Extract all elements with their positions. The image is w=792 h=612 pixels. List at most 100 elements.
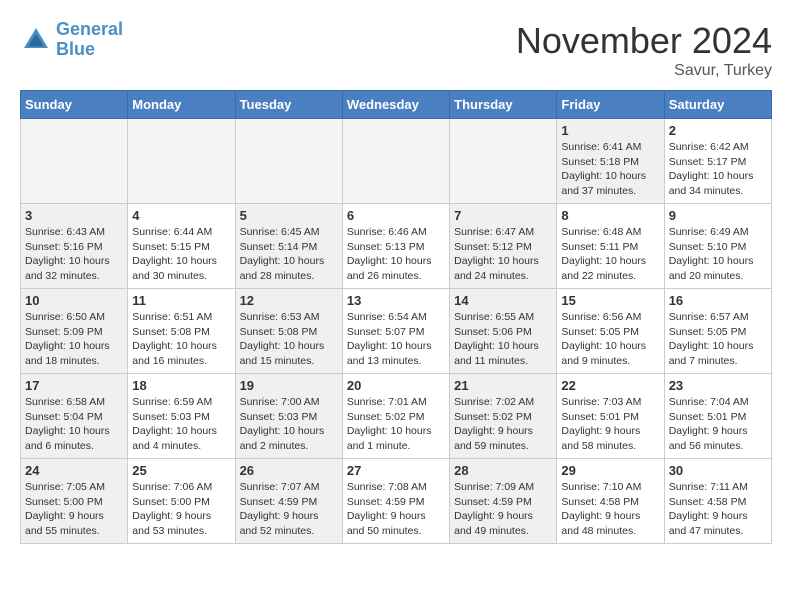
title-block: November 2024 Savur, Turkey [516, 20, 772, 80]
calendar-cell: 26 Sunrise: 7:07 AM Sunset: 4:59 PM Dayli… [235, 459, 342, 544]
calendar-cell: 3Sunrise: 6:43 AM Sunset: 5:16 PM Daylig… [21, 204, 128, 289]
day-number: 26 [240, 463, 338, 478]
calendar-cell: 11Sunrise: 6:51 AM Sunset: 5:08 PM Dayli… [128, 289, 235, 374]
day-number: 29 [561, 463, 659, 478]
day-number: 3 [25, 208, 123, 223]
logo-icon [20, 24, 52, 56]
calendar-cell: 12 Sunrise: 6:53 AM Sunset: 5:08 PM Dayli… [235, 289, 342, 374]
logo-blue: Blue [56, 39, 95, 59]
day-info: Sunrise: 6:56 AM Sunset: 5:05 PM Dayligh… [561, 310, 659, 369]
week-row-1: 1 Sunrise: 6:41 AM Sunset: 5:18 PM Daylig… [21, 119, 772, 204]
weekday-header-monday: Monday [128, 91, 235, 119]
calendar-cell: 23Sunrise: 7:04 AM Sunset: 5:01 PM Dayli… [664, 374, 771, 459]
day-info: Sunrise: 7:07 AM Sunset: 4:59 PM Dayligh… [240, 480, 338, 539]
day-number: 30 [669, 463, 767, 478]
day-number: 6 [347, 208, 445, 223]
day-info: Sunrise: 6:58 AM Sunset: 5:04 PM Dayligh… [25, 395, 123, 454]
day-info: Sunrise: 6:51 AM Sunset: 5:08 PM Dayligh… [132, 310, 230, 369]
day-number: 17 [25, 378, 123, 393]
day-info: Sunrise: 7:10 AM Sunset: 4:58 PM Dayligh… [561, 480, 659, 539]
day-info: Sunrise: 6:59 AM Sunset: 5:03 PM Dayligh… [132, 395, 230, 454]
logo-text: General Blue [56, 20, 123, 60]
calendar-cell: 25 Sunrise: 7:06 AM Sunset: 5:00 PM Dayli… [128, 459, 235, 544]
weekday-header-tuesday: Tuesday [235, 91, 342, 119]
calendar-cell: 13 Sunrise: 6:54 AM Sunset: 5:07 PM Dayli… [342, 289, 449, 374]
page-header: General Blue November 2024 Savur, Turkey [20, 20, 772, 80]
day-info: Sunrise: 7:08 AM Sunset: 4:59 PM Dayligh… [347, 480, 445, 539]
day-number: 25 [132, 463, 230, 478]
calendar-cell: 5 Sunrise: 6:45 AM Sunset: 5:14 PM Daylig… [235, 204, 342, 289]
calendar-table: SundayMondayTuesdayWednesdayThursdayFrid… [20, 90, 772, 544]
day-info: Sunrise: 7:05 AM Sunset: 5:00 PM Dayligh… [25, 480, 123, 539]
day-info: Sunrise: 7:06 AM Sunset: 5:00 PM Dayligh… [132, 480, 230, 539]
day-number: 24 [25, 463, 123, 478]
calendar-cell: 30Sunrise: 7:11 AM Sunset: 4:58 PM Dayli… [664, 459, 771, 544]
calendar-cell [21, 119, 128, 204]
day-info: Sunrise: 6:54 AM Sunset: 5:07 PM Dayligh… [347, 310, 445, 369]
day-info: Sunrise: 6:46 AM Sunset: 5:13 PM Dayligh… [347, 225, 445, 284]
weekday-header-sunday: Sunday [21, 91, 128, 119]
day-info: Sunrise: 7:01 AM Sunset: 5:02 PM Dayligh… [347, 395, 445, 454]
weekday-header-friday: Friday [557, 91, 664, 119]
day-info: Sunrise: 6:48 AM Sunset: 5:11 PM Dayligh… [561, 225, 659, 284]
day-number: 18 [132, 378, 230, 393]
calendar-cell: 9Sunrise: 6:49 AM Sunset: 5:10 PM Daylig… [664, 204, 771, 289]
weekday-header-thursday: Thursday [450, 91, 557, 119]
day-number: 13 [347, 293, 445, 308]
day-number: 12 [240, 293, 338, 308]
calendar-cell: 29 Sunrise: 7:10 AM Sunset: 4:58 PM Dayli… [557, 459, 664, 544]
day-number: 19 [240, 378, 338, 393]
day-info: Sunrise: 6:49 AM Sunset: 5:10 PM Dayligh… [669, 225, 767, 284]
day-info: Sunrise: 6:55 AM Sunset: 5:06 PM Dayligh… [454, 310, 552, 369]
calendar-cell: 19 Sunrise: 7:00 AM Sunset: 5:03 PM Dayli… [235, 374, 342, 459]
calendar-cell: 20 Sunrise: 7:01 AM Sunset: 5:02 PM Dayli… [342, 374, 449, 459]
calendar-cell: 7Sunrise: 6:47 AM Sunset: 5:12 PM Daylig… [450, 204, 557, 289]
day-number: 5 [240, 208, 338, 223]
day-number: 15 [561, 293, 659, 308]
calendar-cell [450, 119, 557, 204]
day-number: 7 [454, 208, 552, 223]
calendar-cell [128, 119, 235, 204]
calendar-cell: 22 Sunrise: 7:03 AM Sunset: 5:01 PM Dayli… [557, 374, 664, 459]
day-number: 14 [454, 293, 552, 308]
day-info: Sunrise: 7:02 AM Sunset: 5:02 PM Dayligh… [454, 395, 552, 454]
calendar-cell: 24 Sunrise: 7:05 AM Sunset: 5:00 PM Dayli… [21, 459, 128, 544]
day-number: 28 [454, 463, 552, 478]
week-row-2: 3Sunrise: 6:43 AM Sunset: 5:16 PM Daylig… [21, 204, 772, 289]
calendar-cell: 10 Sunrise: 6:50 AM Sunset: 5:09 PM Dayli… [21, 289, 128, 374]
calendar-cell: 21Sunrise: 7:02 AM Sunset: 5:02 PM Dayli… [450, 374, 557, 459]
weekday-header-row: SundayMondayTuesdayWednesdayThursdayFrid… [21, 91, 772, 119]
calendar-cell [235, 119, 342, 204]
day-info: Sunrise: 7:00 AM Sunset: 5:03 PM Dayligh… [240, 395, 338, 454]
calendar-cell: 14 Sunrise: 6:55 AM Sunset: 5:06 PM Dayli… [450, 289, 557, 374]
day-number: 4 [132, 208, 230, 223]
logo: General Blue [20, 20, 123, 60]
week-row-5: 24 Sunrise: 7:05 AM Sunset: 5:00 PM Dayli… [21, 459, 772, 544]
day-info: Sunrise: 6:42 AM Sunset: 5:17 PM Dayligh… [669, 140, 767, 199]
calendar-cell: 27Sunrise: 7:08 AM Sunset: 4:59 PM Dayli… [342, 459, 449, 544]
day-info: Sunrise: 6:45 AM Sunset: 5:14 PM Dayligh… [240, 225, 338, 284]
calendar-cell: 18 Sunrise: 6:59 AM Sunset: 5:03 PM Dayli… [128, 374, 235, 459]
day-number: 1 [561, 123, 659, 138]
calendar-cell: 6 Sunrise: 6:46 AM Sunset: 5:13 PM Daylig… [342, 204, 449, 289]
day-info: Sunrise: 7:04 AM Sunset: 5:01 PM Dayligh… [669, 395, 767, 454]
calendar-cell: 8Sunrise: 6:48 AM Sunset: 5:11 PM Daylig… [557, 204, 664, 289]
calendar-cell: 28 Sunrise: 7:09 AM Sunset: 4:59 PM Dayli… [450, 459, 557, 544]
weekday-header-saturday: Saturday [664, 91, 771, 119]
calendar-cell: 15 Sunrise: 6:56 AM Sunset: 5:05 PM Dayli… [557, 289, 664, 374]
day-info: Sunrise: 6:50 AM Sunset: 5:09 PM Dayligh… [25, 310, 123, 369]
day-number: 10 [25, 293, 123, 308]
day-number: 22 [561, 378, 659, 393]
day-info: Sunrise: 7:03 AM Sunset: 5:01 PM Dayligh… [561, 395, 659, 454]
day-info: Sunrise: 7:09 AM Sunset: 4:59 PM Dayligh… [454, 480, 552, 539]
day-info: Sunrise: 6:44 AM Sunset: 5:15 PM Dayligh… [132, 225, 230, 284]
day-number: 20 [347, 378, 445, 393]
calendar-cell: 1 Sunrise: 6:41 AM Sunset: 5:18 PM Daylig… [557, 119, 664, 204]
day-info: Sunrise: 6:41 AM Sunset: 5:18 PM Dayligh… [561, 140, 659, 199]
week-row-3: 10 Sunrise: 6:50 AM Sunset: 5:09 PM Dayli… [21, 289, 772, 374]
logo-general: General [56, 19, 123, 39]
day-info: Sunrise: 6:53 AM Sunset: 5:08 PM Dayligh… [240, 310, 338, 369]
weekday-header-wednesday: Wednesday [342, 91, 449, 119]
calendar-cell: 16Sunrise: 6:57 AM Sunset: 5:05 PM Dayli… [664, 289, 771, 374]
day-number: 16 [669, 293, 767, 308]
